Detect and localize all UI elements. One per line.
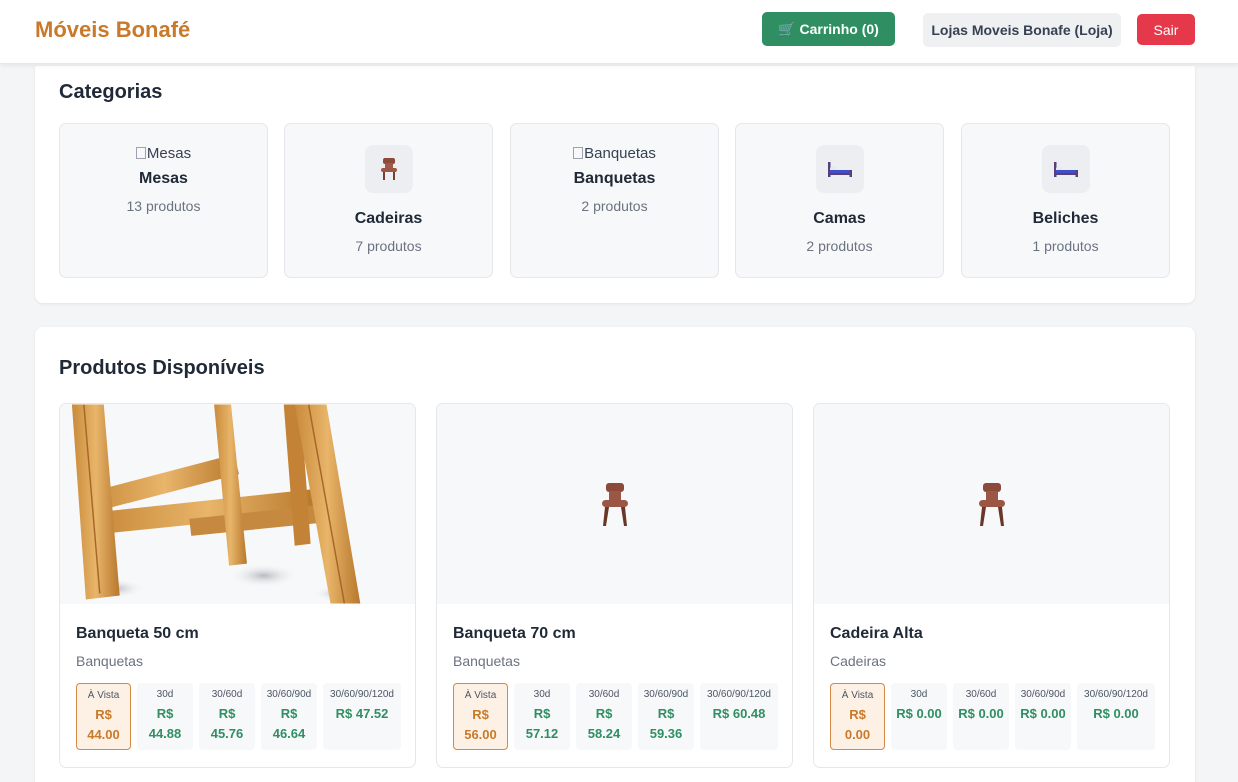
store-account-button[interactable]: Lojas Moveis Bonafe (Loja)	[923, 13, 1121, 47]
bed-icon	[1041, 145, 1090, 193]
price-label: 30d	[533, 689, 551, 700]
price-value: R$ 59.36	[649, 706, 683, 741]
price-label: 30/60d	[965, 689, 997, 700]
products-panel: Produtos Disponíveis Banqueta 50 cm Banq…	[35, 327, 1195, 782]
price-label: 30/60/90/120d	[707, 689, 771, 700]
price-option-30d[interactable]: 30d R$ 0.00	[891, 683, 947, 750]
price-label: À Vista	[464, 690, 497, 701]
product-name[interactable]: Cadeira Alta	[830, 625, 923, 643]
price-option-30d[interactable]: 30d R$ 44.88	[137, 683, 193, 750]
logout-button[interactable]: Sair	[1137, 14, 1195, 45]
products-title: Produtos Disponíveis	[59, 357, 265, 379]
wooden-stool-photo[interactable]	[60, 404, 415, 604]
category-name: Beliches	[1032, 210, 1099, 227]
price-value: R$ 44.00	[87, 707, 120, 742]
category-image-alt: Banquetas	[584, 145, 656, 162]
category-name: Banquetas	[573, 170, 656, 187]
price-options: À Vista R$ 56.00 30d R$ 57.12 30/60d R$ …	[453, 683, 778, 750]
chair-icon[interactable]	[814, 404, 1169, 604]
category-card-banquetas[interactable]: Banquetas Banquetas 2 produtos	[510, 123, 719, 278]
category-count: 1 produtos	[1032, 238, 1099, 254]
bed-icon	[815, 145, 864, 193]
price-value: R$ 0.00	[958, 706, 1004, 721]
price-label: 30/60/90d	[643, 689, 689, 700]
price-value: R$ 0.00	[896, 706, 942, 721]
category-card-mesas[interactable]: Mesas Mesas 13 produtos	[59, 123, 268, 278]
price-value: R$ 45.76	[210, 706, 244, 741]
broken-image-icon: Mesas	[60, 145, 267, 162]
category-name: Camas	[813, 210, 866, 227]
price-options: À Vista R$ 0.00 30d R$ 0.00 30/60d R$ 0.…	[830, 683, 1155, 750]
price-option-30-60d[interactable]: 30/60d R$ 58.24	[576, 683, 632, 750]
category-count: 7 produtos	[355, 238, 422, 254]
price-value: R$ 46.64	[272, 706, 306, 741]
cart-button[interactable]: 🛒 Carrinho (0)	[762, 12, 895, 46]
price-option-30d[interactable]: 30d R$ 57.12	[514, 683, 570, 750]
category-card-beliches[interactable]: Beliches 1 produtos	[961, 123, 1170, 278]
price-value: R$ 0.00	[1093, 706, 1139, 721]
chair-icon[interactable]	[437, 404, 792, 604]
price-value: R$ 44.88	[148, 706, 182, 741]
price-option-cash[interactable]: À Vista R$ 0.00	[830, 683, 885, 750]
category-name: Mesas	[139, 170, 188, 187]
top-navbar: Móveis Bonafé 🛒 Carrinho (0) Lojas Movei…	[0, 0, 1238, 64]
product-category: Cadeiras	[830, 653, 887, 669]
price-option-30-60-90d[interactable]: 30/60/90d R$ 0.00	[1015, 683, 1071, 750]
price-options: À Vista R$ 44.00 30d R$ 44.88 30/60d R$ …	[76, 683, 401, 750]
product-card[interactable]: Cadeira Alta Cadeiras À Vista R$ 0.00 30…	[813, 403, 1170, 768]
price-label: 30/60/90/120d	[1084, 689, 1148, 700]
chair-icon	[364, 145, 413, 193]
price-value: R$ 0.00	[1020, 706, 1066, 721]
price-option-30-60d[interactable]: 30/60d R$ 45.76	[199, 683, 255, 750]
price-option-30-60-90-120d[interactable]: 30/60/90/120d R$ 47.52	[323, 683, 401, 750]
price-label: 30/60d	[211, 689, 243, 700]
category-image-alt: Mesas	[146, 145, 192, 162]
price-option-30-60-90d[interactable]: 30/60/90d R$ 46.64	[261, 683, 317, 750]
price-value: R$ 57.12	[525, 706, 559, 741]
price-value: R$ 56.00	[464, 707, 497, 742]
categories-panel: Categorias Mesas Mesas 13 produtos Cadei…	[35, 66, 1195, 303]
product-card[interactable]: Banqueta 50 cm Banquetas À Vista R$ 44.0…	[59, 403, 416, 768]
price-label: 30/60/90d	[1020, 689, 1066, 700]
product-card[interactable]: Banqueta 70 cm Banquetas À Vista R$ 56.0…	[436, 403, 793, 768]
price-label: À Vista	[841, 690, 874, 701]
price-value: R$ 58.24	[587, 706, 621, 741]
price-label: 30/60d	[588, 689, 620, 700]
price-option-30-60-90-120d[interactable]: 30/60/90/120d R$ 60.48	[700, 683, 778, 750]
category-count: 2 produtos	[581, 198, 648, 214]
price-label: 30/60/90/120d	[330, 689, 394, 700]
price-label: 30d	[156, 689, 174, 700]
product-category: Banquetas	[453, 653, 520, 669]
category-name: Cadeiras	[354, 210, 423, 227]
price-option-cash[interactable]: À Vista R$ 56.00	[453, 683, 508, 750]
price-label: À Vista	[87, 690, 120, 701]
category-count: 13 produtos	[126, 198, 201, 214]
categories-title: Categorias	[59, 81, 163, 103]
price-option-30-60d[interactable]: 30/60d R$ 0.00	[953, 683, 1009, 750]
price-value: R$ 60.48	[712, 706, 766, 721]
price-option-30-60-90-120d[interactable]: 30/60/90/120d R$ 0.00	[1077, 683, 1155, 750]
broken-image-icon: Banquetas	[511, 145, 718, 162]
price-option-cash[interactable]: À Vista R$ 44.00	[76, 683, 131, 750]
category-count: 2 produtos	[806, 238, 873, 254]
price-label: 30d	[910, 689, 928, 700]
price-value: R$ 0.00	[844, 707, 871, 742]
brand-logo-text[interactable]: Móveis Bonafé	[35, 17, 190, 43]
price-value: R$ 47.52	[335, 706, 389, 721]
product-name[interactable]: Banqueta 50 cm	[76, 625, 199, 643]
category-card-cadeiras[interactable]: Cadeiras 7 produtos	[284, 123, 493, 278]
product-category: Banquetas	[76, 653, 143, 669]
price-option-30-60-90d[interactable]: 30/60/90d R$ 59.36	[638, 683, 694, 750]
product-name[interactable]: Banqueta 70 cm	[453, 625, 576, 643]
category-card-camas[interactable]: Camas 2 produtos	[735, 123, 944, 278]
price-label: 30/60/90d	[266, 689, 312, 700]
